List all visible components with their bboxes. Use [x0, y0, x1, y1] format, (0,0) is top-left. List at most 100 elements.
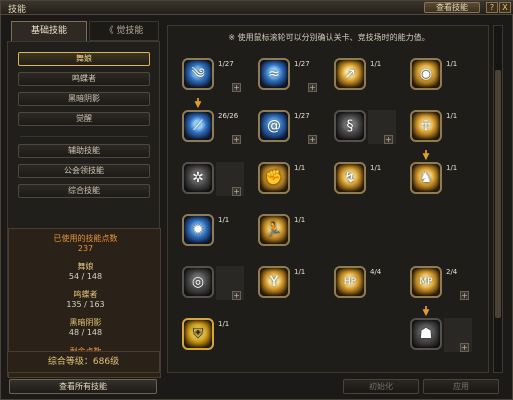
close-button[interactable]: X [499, 2, 511, 13]
tab-basic-skills[interactable]: 基础技能 [11, 21, 87, 41]
apply-button[interactable]: 应用 [423, 379, 499, 394]
stat-value: 54 / 148 [68, 272, 103, 281]
stat-value: 135 / 163 [66, 300, 105, 309]
stat-label: 黑暗阴影 [69, 318, 102, 327]
skill-slot[interactable]: 🏃 1/1 [258, 214, 320, 254]
total-level: 综合等级：686级 [7, 351, 160, 373]
skill-slot[interactable]: MP 2/4 + [410, 266, 472, 306]
skill-slot[interactable]: § + [334, 110, 396, 150]
skill-count: 1/27 [294, 112, 310, 120]
golden-fist-icon[interactable]: ✊ [258, 162, 290, 194]
skill-count: 1/27 [294, 60, 310, 68]
skill-slot[interactable]: ༄ 1/27 + [182, 58, 244, 98]
hint-text: ※ 使用鼠标滚轮可以分别确认关卡、竞技场时的能力值。 [228, 33, 430, 42]
skill-slot[interactable]: ✲ + [182, 162, 244, 202]
hp-up-icon[interactable]: HP [334, 266, 366, 298]
gray-spin-icon[interactable]: ✲ [182, 162, 214, 194]
skill-slot[interactable]: Y 1/1 [258, 266, 320, 306]
skill-count: 1/1 [218, 320, 230, 328]
title-bar[interactable]: 技能 查看技能 ? X [1, 1, 513, 15]
mp-up-icon[interactable]: MP [410, 266, 442, 298]
skill-count: 1/1 [294, 164, 306, 172]
category-dancer[interactable]: 舞娘 [18, 52, 150, 66]
skill-count: 1/1 [294, 268, 306, 276]
down-arrow-icon: ▼ [422, 152, 430, 162]
golden-kick-icon[interactable]: ↗ [334, 58, 366, 90]
divider [20, 136, 148, 137]
golden-cheer-icon[interactable]: Y [258, 266, 290, 298]
golden-pose-icon[interactable]: ♞ [410, 162, 442, 194]
skill-count: 2/4 [446, 268, 458, 276]
down-arrow-icon: ▼ [422, 308, 430, 318]
skill-count: 1/1 [294, 216, 306, 224]
skill-count: 1/1 [446, 112, 458, 120]
skill-slot[interactable]: @ 1/27 + [258, 110, 320, 150]
blue-spiral-icon[interactable]: @ [258, 110, 290, 142]
skill-window: 技能 查看技能 ? X 基础技能 《 觉技能 舞娘 鸣蝶者 黑暗阴影 觉醒 辅助… [0, 0, 513, 400]
skill-slot[interactable]: ✹ 1/1 [182, 214, 244, 254]
skill-count: 1/1 [370, 60, 382, 68]
skill-slot[interactable]: ↗ 1/1 [334, 58, 396, 98]
golden-leap-icon[interactable]: ↯ [334, 162, 366, 194]
skill-slot[interactable]: ✊ 1/1 [258, 162, 320, 202]
skill-slot[interactable]: ☗ + [410, 318, 472, 358]
plus-button[interactable]: + [460, 291, 469, 300]
skill-slot[interactable]: ↯ 1/1 [334, 162, 396, 202]
category-support-skills[interactable]: 辅助技能 [18, 144, 150, 158]
skill-slot[interactable]: HP 4/4 [334, 266, 396, 306]
stat-value: 48 / 148 [68, 328, 103, 337]
gray-orb-icon[interactable]: ◎ [182, 266, 214, 298]
plus-button[interactable]: + [384, 135, 393, 144]
reset-button[interactable]: 初始化 [343, 379, 419, 394]
blue-wave-icon[interactable]: ≈ [258, 58, 290, 90]
skill-tree-panel: ※ 使用鼠标滚轮可以分别确认关卡、竞技场时的能力值。 ༄ 1/27 + ≈ 1/… [167, 25, 489, 373]
plus-button[interactable]: + [232, 83, 241, 92]
golden-dancer-icon[interactable]: ☥ [410, 110, 442, 142]
category-guild-skills[interactable]: 公会领技能 [18, 164, 150, 178]
skill-count: 1/1 [218, 216, 230, 224]
skill-count: 1/1 [370, 164, 382, 172]
stat-label: 鸣蝶者 [73, 290, 98, 299]
sp-used-label: 已使用的技能点数 [53, 234, 118, 243]
category-list: 舞娘 鸣蝶者 黑暗阴影 觉醒 辅助技能 公会领技能 综合技能 已使用的技能点数 … [7, 41, 161, 378]
category-butterfly[interactable]: 鸣蝶者 [18, 72, 150, 86]
skill-slot[interactable]: ◎ + [182, 266, 244, 306]
skill-count: 1/27 [218, 60, 234, 68]
skill-slot[interactable]: ☥ 1/1 [410, 110, 472, 150]
blue-burst-icon[interactable]: ✹ [182, 214, 214, 246]
skill-count: 4/4 [370, 268, 382, 276]
plus-button[interactable]: + [308, 83, 317, 92]
sp-used-value: 237 [77, 244, 94, 253]
tab-awakening-skills[interactable]: 《 觉技能 [89, 21, 159, 41]
gray-mask-icon[interactable]: ☗ [410, 318, 442, 350]
category-awakening[interactable]: 觉醒 [18, 112, 150, 126]
skill-shop-button[interactable]: 查看技能 [424, 2, 480, 13]
left-panel: 基础技能 《 觉技能 舞娘 鸣蝶者 黑暗阴影 觉醒 辅助技能 公会领技能 综合技… [7, 21, 161, 378]
plus-button[interactable]: + [232, 291, 241, 300]
golden-orb-icon[interactable]: ◉ [410, 58, 442, 90]
stat-label: 舞娘 [77, 262, 94, 271]
shield-icon[interactable]: ⛨ [182, 318, 214, 350]
skill-slot[interactable]: ◉ 1/1 [410, 58, 472, 98]
golden-run-icon[interactable]: 🏃 [258, 214, 290, 246]
scrollbar-thumb[interactable] [495, 70, 501, 318]
plus-button[interactable]: + [308, 135, 317, 144]
view-all-skills-button[interactable]: 查看所有技能 [9, 379, 157, 394]
skill-slot[interactable]: ≈ 1/27 + [258, 58, 320, 98]
help-button[interactable]: ? [486, 2, 498, 13]
category-general-skills[interactable]: 综合技能 [18, 184, 150, 198]
plus-button[interactable]: + [232, 135, 241, 144]
plus-button[interactable]: + [460, 343, 469, 352]
blue-slash-icon[interactable]: ⟋ [182, 110, 214, 142]
skill-slot[interactable]: ♞ 1/1 [410, 162, 472, 202]
gray-coil-icon[interactable]: § [334, 110, 366, 142]
category-dark-shadow[interactable]: 黑暗阴影 [18, 92, 150, 106]
blue-swirl-icon[interactable]: ༄ [182, 58, 214, 90]
down-arrow-icon: ▼ [194, 100, 202, 110]
plus-button[interactable]: + [232, 187, 241, 196]
skill-slot[interactable]: ⛨ 1/1 [182, 318, 244, 358]
skill-count: 1/1 [446, 164, 458, 172]
scrollbar[interactable] [493, 25, 503, 373]
window-title: 技能 [8, 5, 27, 15]
skill-slot[interactable]: ⟋ 26/26 + [182, 110, 244, 150]
